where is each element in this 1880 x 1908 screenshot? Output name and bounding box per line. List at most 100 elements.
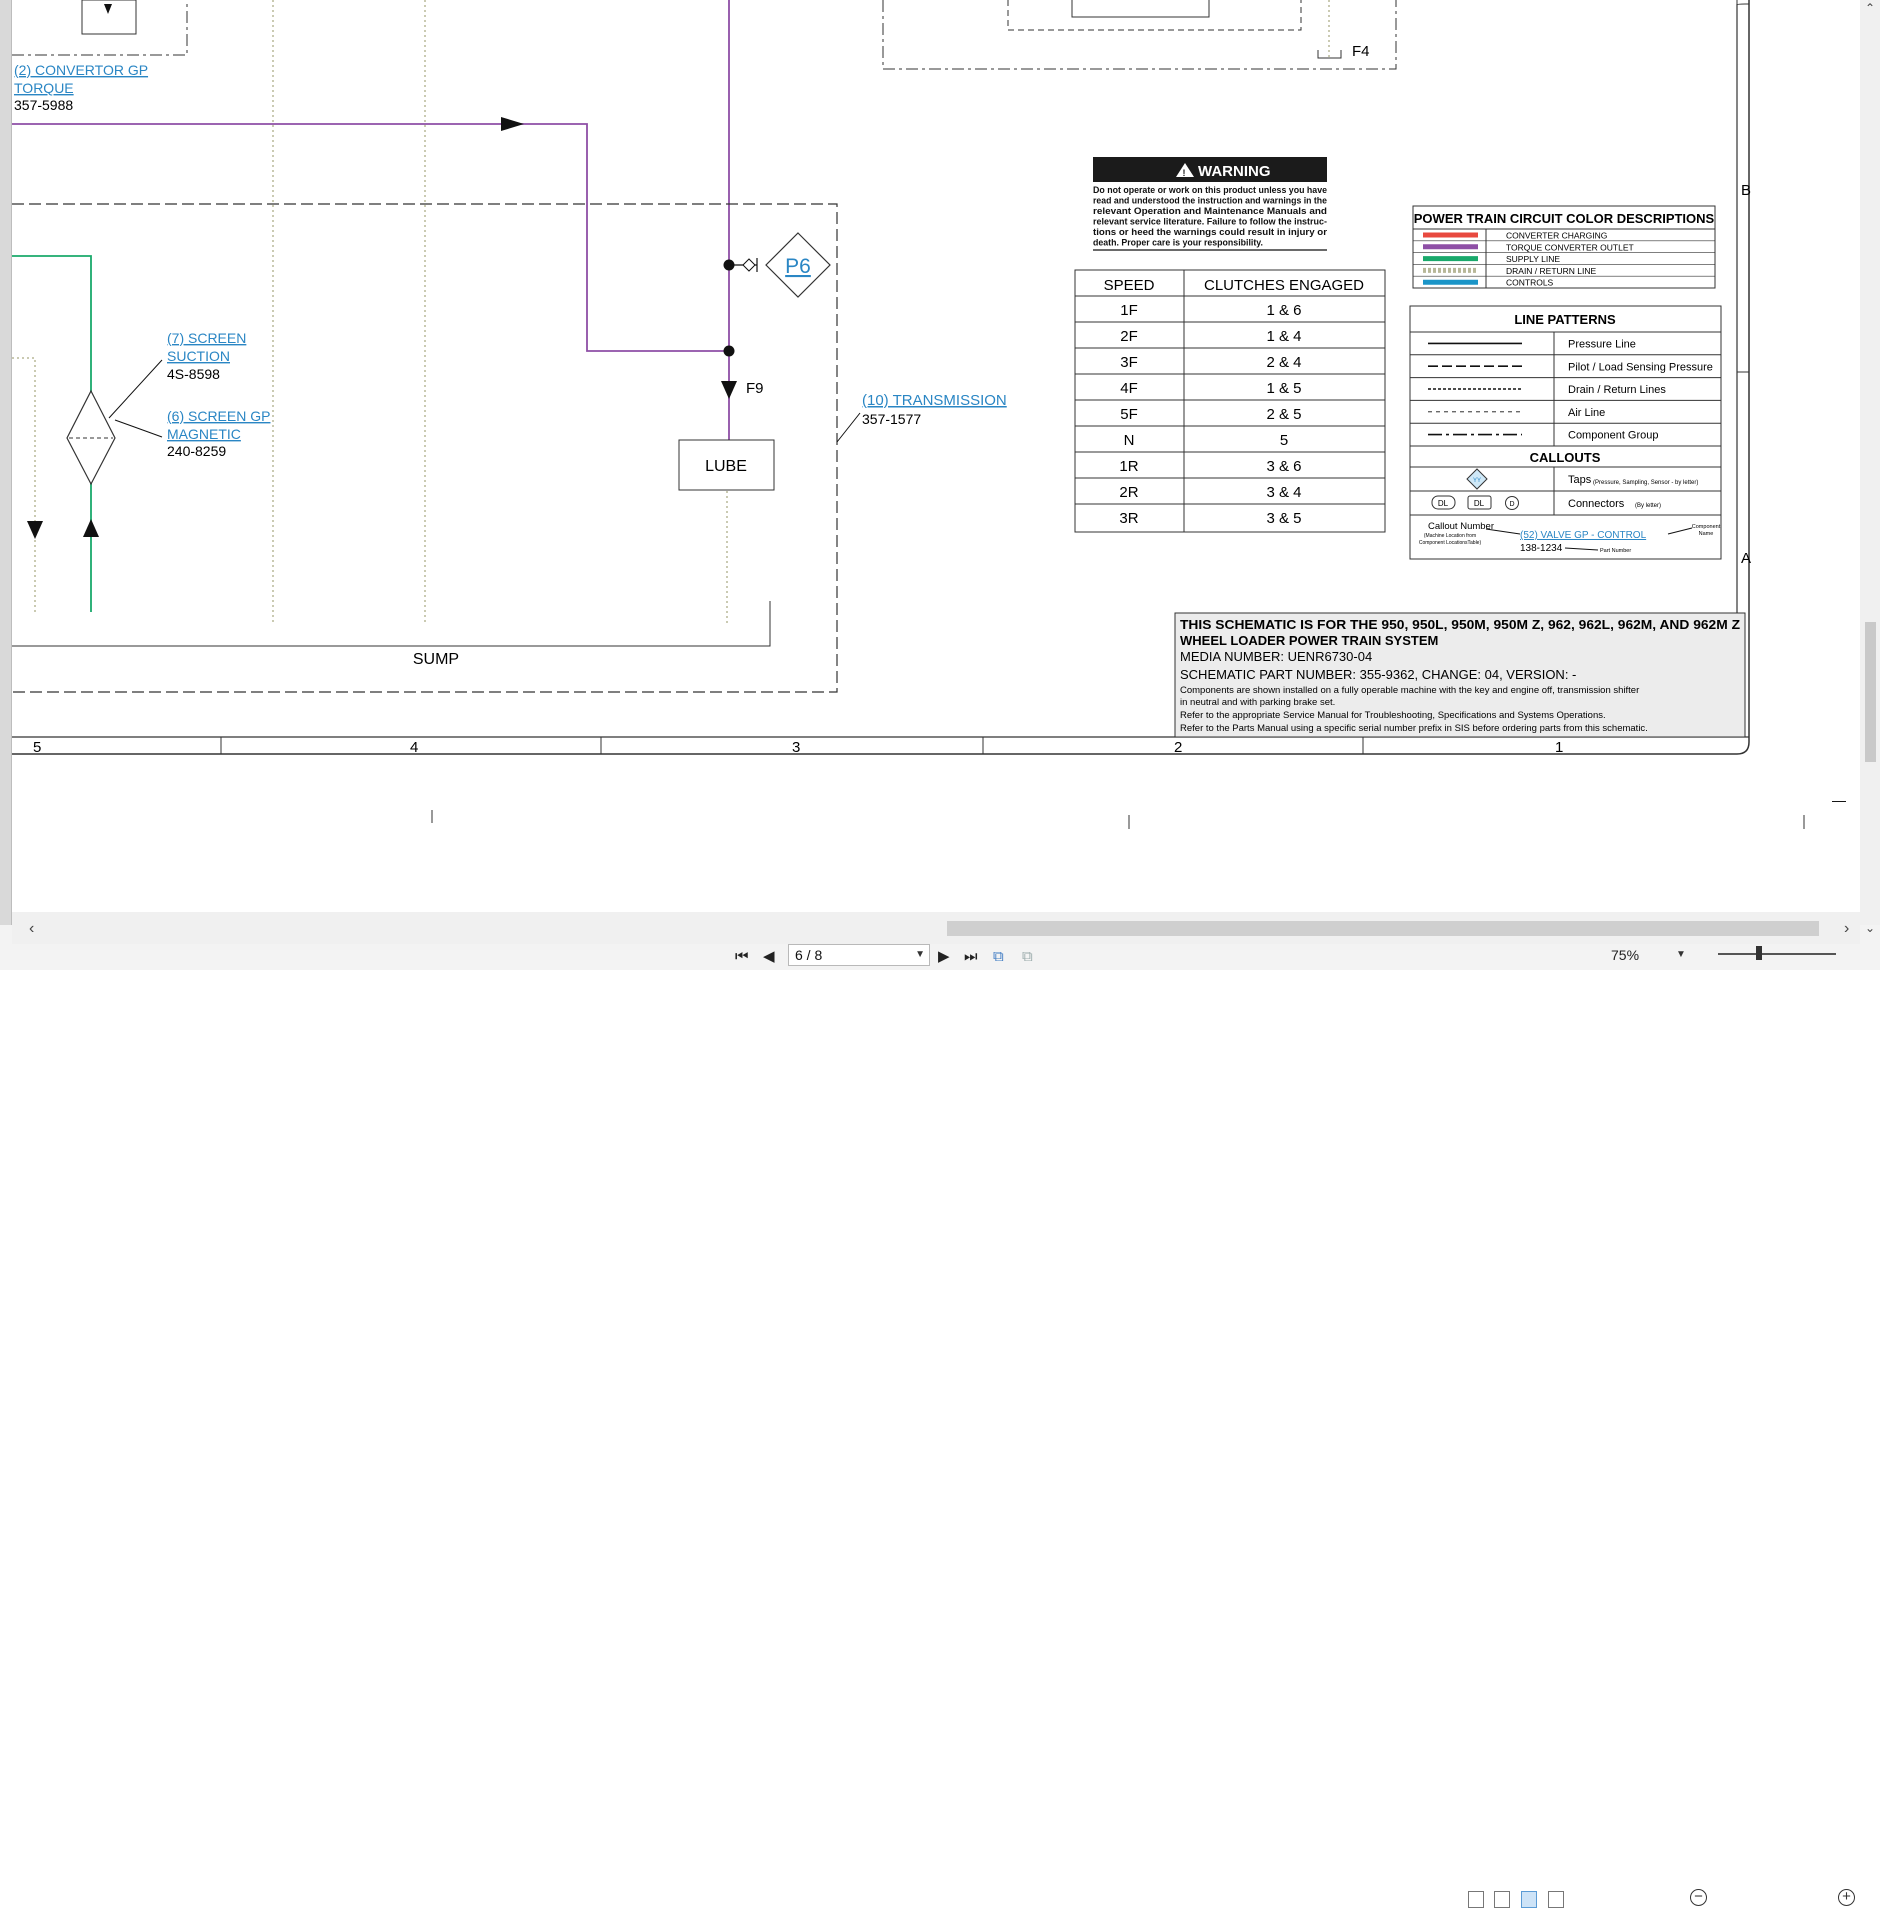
warning-text-line: tions or heed the warnings could result … [1093, 227, 1328, 237]
warning-text-line: relevant Operation and Maintenance Manua… [1093, 206, 1327, 216]
screen-magnetic-link-line2[interactable]: MAGNETIC [167, 426, 241, 442]
row-label: B [1741, 182, 1751, 199]
warning-title: WARNING [1198, 163, 1271, 180]
scroll-right-icon[interactable]: › [1844, 920, 1849, 938]
warning-text-line: Do not operate or work on this product u… [1093, 185, 1327, 195]
zone-label: 3 [792, 739, 800, 756]
transmission-link[interactable]: (10) TRANSMISSION [862, 392, 1007, 409]
last-page-icon[interactable]: ⏭ [964, 948, 978, 966]
vertical-scroll-thumb[interactable] [1865, 622, 1876, 762]
clutches-cell: 1 & 6 [1266, 302, 1301, 319]
drain-line [12, 357, 36, 612]
schematic-page: 5 4 3 2 1 B A — F4 F9 P6 LUBE SUMP (10) … [12, 0, 1860, 912]
example-callout-link[interactable]: (52) VALVE GP - CONTROL [1520, 530, 1647, 541]
scroll-up-icon[interactable]: ⌃ [1864, 2, 1876, 14]
example-callout-note: Component LocationsTable) [1419, 540, 1482, 546]
screen-suction-part-number: 4S-8598 [167, 366, 220, 382]
single-page-view-icon[interactable] [1468, 1891, 1484, 1908]
example-callout-number: Callout Number [1428, 521, 1494, 532]
title-block-heading: THIS SCHEMATIC IS FOR THE 950, 950L, 950… [1180, 617, 1740, 632]
line-pattern-label: Drain / Return Lines [1568, 384, 1666, 396]
example-component-name: Name [1699, 531, 1714, 537]
scroll-left-icon[interactable]: ‹ [29, 920, 34, 938]
screen-suction-link[interactable]: (7) SCREEN [167, 330, 246, 346]
example-callout-note: (Machine Location from [1424, 533, 1476, 539]
tap-valve [742, 258, 756, 272]
convertor-link-line2[interactable]: TORQUE [14, 80, 74, 96]
transmission-part-number: 357-1577 [862, 411, 921, 427]
scroll-down-icon[interactable]: ⌄ [1864, 922, 1876, 934]
title-block-note: in neutral and with parking brake set. [1180, 697, 1335, 708]
line-pattern-label: Air Line [1568, 407, 1605, 419]
zoom-dropdown-icon[interactable]: ▼ [1676, 945, 1686, 965]
convertor-link[interactable]: (2) CONVERTOR GP [14, 62, 148, 78]
color-legend-label: CONVERTER CHARGING [1506, 231, 1607, 241]
schematic-part-number: SCHEMATIC PART NUMBER: 355-9362, CHANGE:… [1180, 667, 1576, 682]
taps-label: Taps [1568, 474, 1592, 486]
line-pattern-label: Component Group [1568, 430, 1659, 442]
speed-cell: 1R [1119, 458, 1138, 475]
warning-icon-mark: ! [1183, 168, 1186, 178]
zoom-slider[interactable] [1718, 953, 1836, 955]
convertor-part-number: 357-5988 [14, 97, 73, 113]
clutches-cell: 2 & 5 [1266, 406, 1301, 423]
clutches-cell: 2 & 4 [1266, 354, 1301, 371]
page-number-value: 6 / 8 [795, 947, 823, 963]
clutches-cell: 1 & 4 [1266, 328, 1301, 345]
speed-cell: 1F [1120, 302, 1138, 319]
screen-magnetic-part-number: 240-8259 [167, 443, 226, 459]
component-group-outline [882, 0, 1397, 70]
color-legend-label: CONTROLS [1506, 278, 1554, 288]
color-legend-title: POWER TRAIN CIRCUIT COLOR DESCRIPTIONS [1414, 211, 1715, 226]
horizontal-scroll-thumb[interactable] [947, 921, 1819, 936]
next-view-icon[interactable]: ⧉ [1022, 948, 1033, 966]
continuous-view-icon[interactable] [1494, 1891, 1510, 1908]
previous-view-icon[interactable]: ⧉ [993, 948, 1004, 966]
zone-label: 4 [410, 739, 418, 756]
next-page-icon[interactable]: ▶ [938, 948, 950, 966]
speed-cell: 2R [1119, 484, 1138, 501]
horizontal-scrollbar[interactable]: ‹ › [12, 912, 1860, 944]
fitting-label-f9: F9 [746, 380, 764, 397]
zoom-out-button[interactable]: − [1690, 1889, 1707, 1906]
prev-page-icon[interactable]: ◀ [763, 948, 775, 966]
page-number-input[interactable]: 6 / 8 ▼ [788, 944, 930, 966]
vertical-scrollbar[interactable]: ⌃ ⌄ [1860, 0, 1880, 934]
connector-legend-symbol: DL [1474, 499, 1485, 508]
clutches-cell: 5 [1280, 432, 1288, 449]
flow-arrow [721, 381, 737, 399]
left-panel-strip[interactable] [0, 0, 12, 925]
zoom-in-button[interactable]: + [1838, 1889, 1855, 1906]
leader-line [108, 359, 163, 419]
component-group-outline [12, 0, 188, 56]
row-label: A [1741, 550, 1751, 567]
speed-table-header: SPEED [1104, 277, 1155, 294]
first-page-icon[interactable]: ⏮ [735, 948, 749, 966]
torque-converter-outlet-line [12, 123, 729, 352]
speed-cell: N [1124, 432, 1135, 449]
two-page-continuous-view-icon[interactable] [1548, 1891, 1564, 1908]
zoom-slider-handle[interactable] [1756, 946, 1762, 960]
color-legend-label: DRAIN / RETURN LINE [1506, 266, 1597, 276]
tap-legend-symbol: YY [1473, 478, 1481, 484]
clutches-cell: 3 & 4 [1266, 484, 1301, 501]
page-dropdown-icon[interactable]: ▼ [915, 945, 925, 965]
zoom-level[interactable]: 75% [1611, 945, 1639, 965]
flow-arrow [27, 521, 43, 539]
tap-p6-link[interactable]: P6 [785, 255, 811, 278]
speed-cell: 5F [1120, 406, 1138, 423]
screen-suction-link-line2[interactable]: SUCTION [167, 348, 230, 364]
two-page-view-icon[interactable] [1521, 1891, 1537, 1908]
sump-outline [12, 601, 771, 647]
title-block-note: Refer to the appropriate Service Manual … [1180, 710, 1606, 721]
title-block-note: Components are shown installed on a full… [1180, 685, 1639, 696]
flow-arrow [104, 4, 112, 14]
clutches-cell: 1 & 5 [1266, 380, 1301, 397]
title-block-note: Refer to the Parts Manual using a specif… [1180, 723, 1648, 734]
flow-arrow [83, 519, 99, 537]
example-part-number: 138-1234 [1520, 543, 1563, 554]
screen-magnetic-link[interactable]: (6) SCREEN GP [167, 408, 270, 424]
leader-line [836, 412, 861, 443]
color-legend-label: SUPPLY LINE [1506, 254, 1560, 264]
taps-note: (Pressure, Sampling, Sensor - by letter) [1593, 480, 1698, 486]
